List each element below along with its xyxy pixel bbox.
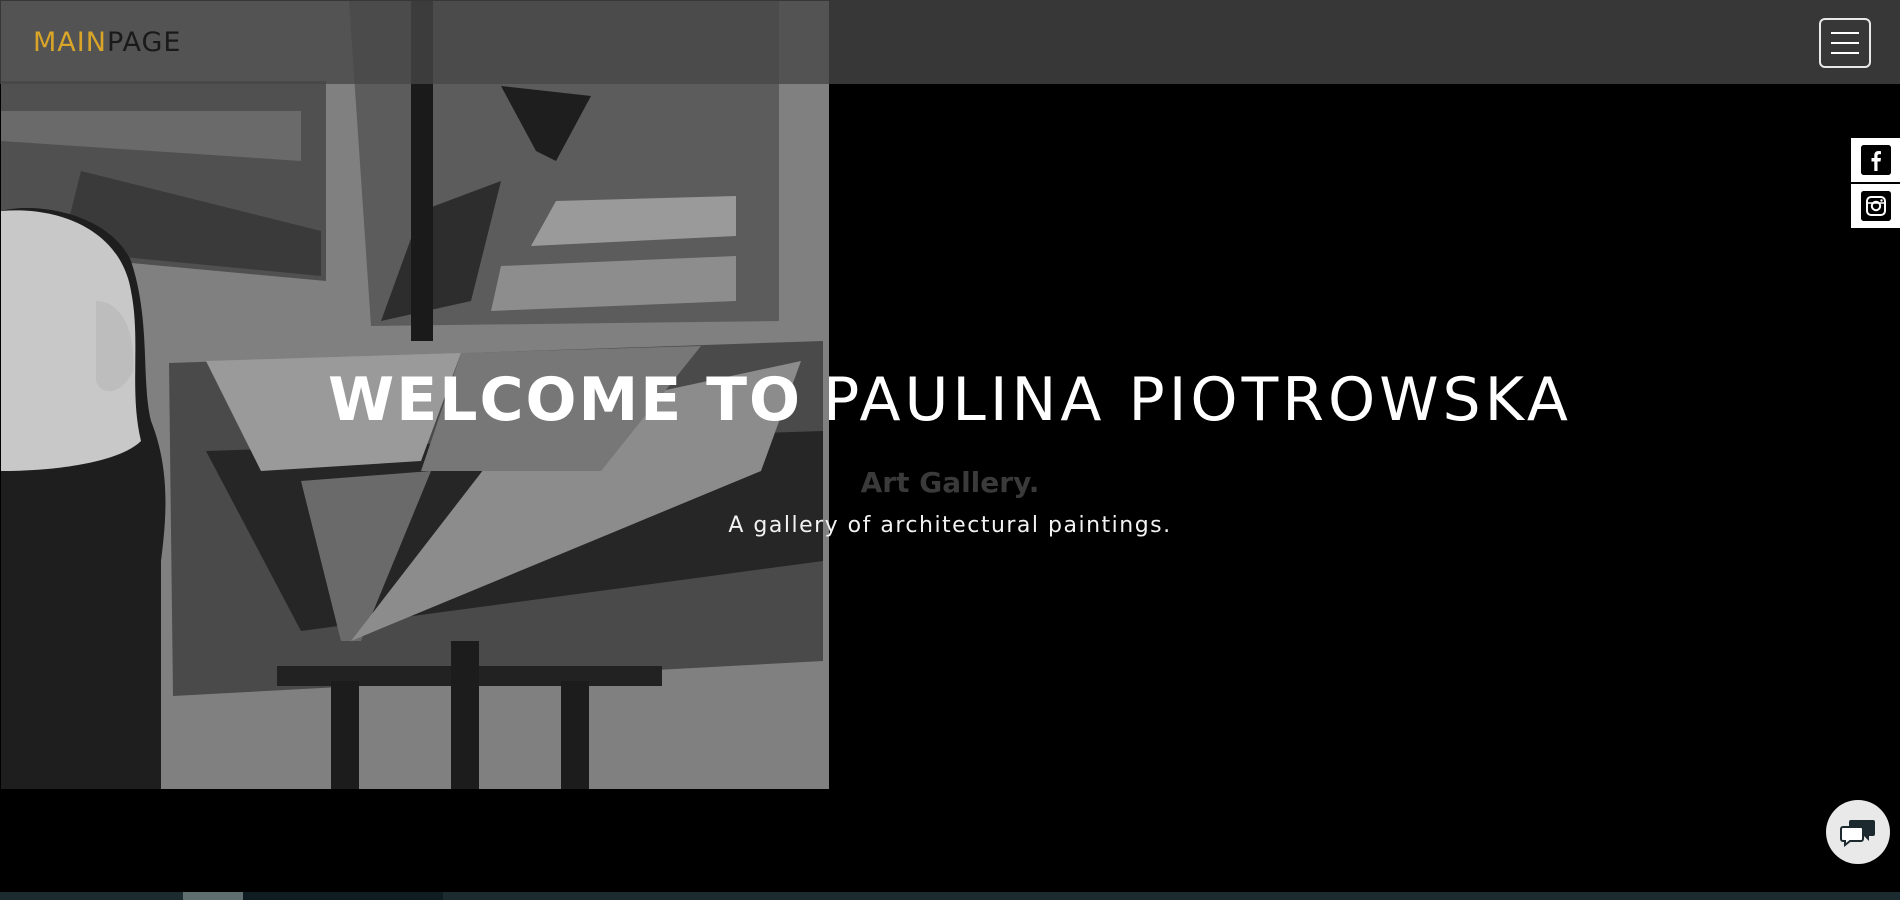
hero-description: A gallery of architectural paintings. bbox=[728, 513, 1172, 538]
brand-logo[interactable]: MAINPAGE bbox=[33, 26, 181, 60]
top-navbar: MAINPAGE bbox=[0, 0, 1900, 84]
chat-bubbles-icon bbox=[1840, 820, 1875, 847]
bottom-strip bbox=[0, 892, 1900, 900]
hero-subtitle: Art Gallery. bbox=[860, 466, 1040, 499]
instagram-link[interactable] bbox=[1851, 184, 1900, 228]
bottom-strip-segment bbox=[243, 892, 443, 900]
facebook-icon bbox=[1860, 145, 1891, 175]
hero-title: WELCOME TO PAULINA PIOTROWSKA bbox=[0, 360, 1900, 440]
brand-part-page: PAGE bbox=[106, 27, 182, 58]
chat-button[interactable] bbox=[1826, 800, 1890, 864]
hamburger-menu-icon-bar bbox=[1831, 52, 1859, 54]
page: MAINPAGE WELCOME TO PAULINA PIOTROWSKA A… bbox=[0, 0, 1900, 900]
hero-title-name: PAULINA PIOTROWSKA bbox=[823, 365, 1572, 435]
hamburger-menu-icon-bar bbox=[1831, 42, 1859, 44]
bottom-strip-segment bbox=[183, 892, 243, 900]
facebook-link[interactable] bbox=[1851, 138, 1900, 182]
hamburger-menu-button[interactable] bbox=[1819, 18, 1871, 68]
hero-title-bold: WELCOME TO bbox=[328, 365, 803, 435]
hamburger-menu-icon bbox=[1831, 32, 1859, 34]
instagram-icon bbox=[1860, 191, 1891, 221]
brand-part-main: MAIN bbox=[33, 27, 107, 58]
